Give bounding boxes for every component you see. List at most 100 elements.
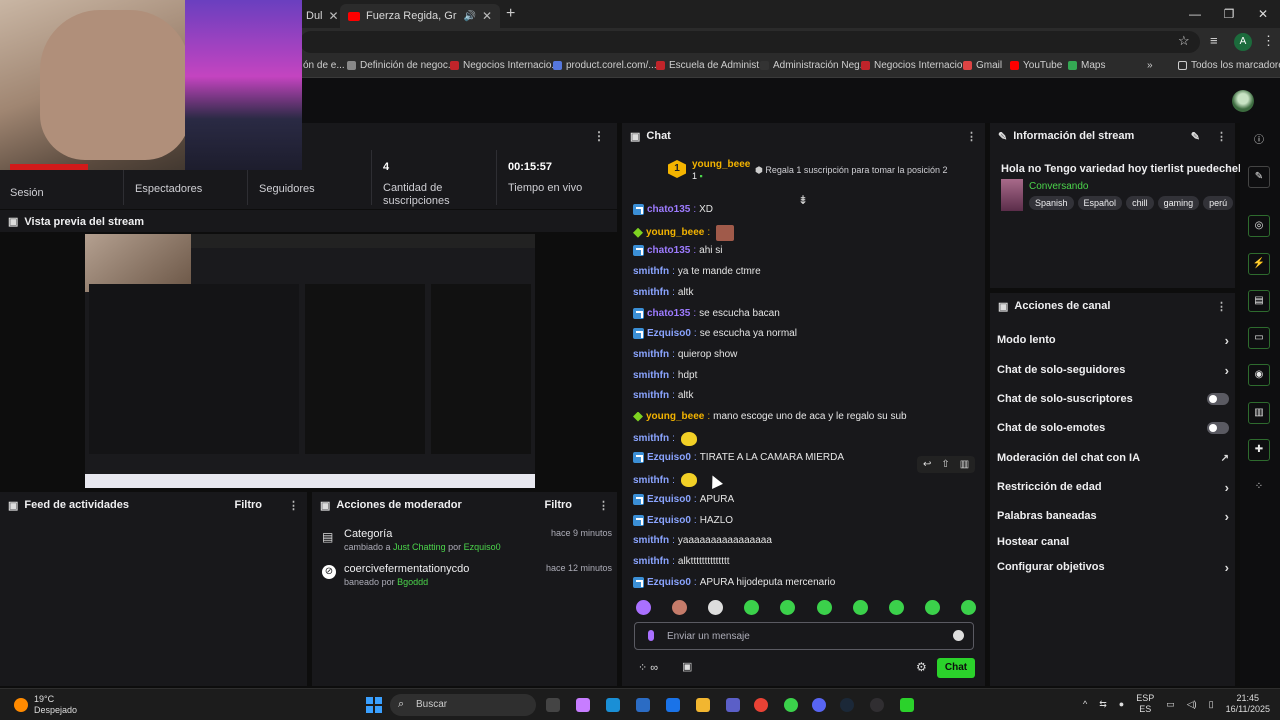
tools-icon[interactable]: ✚ — [1248, 439, 1270, 461]
chevron-right-icon[interactable]: › — [1225, 480, 1229, 495]
tag[interactable]: Spanish — [1029, 196, 1074, 210]
chat-message[interactable]: Ezquiso0: TIRATE A LA CAMARA MIERDA — [633, 452, 844, 464]
outlook-icon[interactable] — [666, 698, 680, 712]
focus-icon[interactable]: ◎ — [1248, 215, 1270, 237]
action-title[interactable]: coercivefermentationycdo — [344, 563, 469, 575]
moderator-options-icon[interactable]: ⋮ — [598, 499, 609, 512]
chat-message[interactable]: smithfn: alktttttttttttttt — [633, 556, 730, 567]
chat-emote-icon[interactable] — [716, 224, 735, 241]
stream-category[interactable]: Conversando — [1029, 181, 1088, 192]
clock[interactable]: 21:45 16/11/2025 — [1226, 693, 1270, 715]
chat-emote-icon[interactable] — [680, 431, 697, 446]
new-tab-button[interactable]: + — [506, 5, 515, 23]
url-field[interactable] — [300, 31, 1200, 53]
chat-message[interactable]: smithfn: quierop show — [633, 349, 737, 360]
chat-options-icon[interactable]: ⋮ — [966, 130, 977, 143]
chrome-profile-icon[interactable] — [784, 698, 798, 712]
monitor-icon[interactable]: ▭ — [1166, 699, 1175, 710]
channel-action-row[interactable]: Chat de solo-suscriptores — [997, 389, 1229, 409]
bookmark-star-icon[interactable]: ☆ — [1178, 33, 1190, 49]
obs-icon[interactable] — [870, 698, 884, 712]
chat-emote-icon[interactable] — [680, 473, 697, 488]
tag[interactable]: gaming — [1157, 196, 1200, 210]
copilot-icon[interactable] — [576, 698, 590, 712]
chat-username[interactable]: chato135 — [647, 308, 690, 319]
chat-message-input[interactable] — [667, 629, 947, 644]
chat-message[interactable]: chato135: XD — [633, 204, 713, 215]
chat-username[interactable]: smithfn — [633, 475, 669, 486]
toggle-switch[interactable] — [1207, 422, 1229, 434]
chevron-right-icon[interactable]: › — [1225, 509, 1229, 524]
stats-options-icon[interactable]: ⋮ — [593, 129, 605, 143]
emote-icon[interactable] — [924, 600, 940, 615]
chat-message[interactable]: young_beee: mano escoge uno de aca y le r… — [633, 411, 907, 422]
tag[interactable]: Español — [1077, 196, 1123, 210]
feed-options-icon[interactable]: ⋮ — [288, 499, 299, 512]
chat-username[interactable]: young_beee — [646, 227, 704, 238]
info-icon[interactable]: ⓘ — [1248, 131, 1270, 153]
close-tab-icon[interactable]: ✕ — [482, 9, 492, 23]
emote-icon[interactable] — [960, 600, 976, 615]
chat-input-box[interactable] — [634, 622, 974, 650]
settings-gear-icon[interactable]: ⚙ — [916, 660, 927, 674]
emote-icon[interactable] — [708, 600, 724, 615]
app-icon[interactable] — [900, 698, 914, 712]
channel-points[interactable]: ⁘ ∞ — [638, 661, 658, 674]
chat-username[interactable]: smithfn — [633, 390, 669, 401]
language-indicator[interactable]: ESP ES — [1136, 693, 1154, 715]
bookmark-item[interactable]: ón de e... — [303, 60, 345, 71]
channel-action-row[interactable]: Hostear canal — [997, 532, 1229, 552]
bookmark-item[interactable]: Negocios Internacio... — [861, 60, 971, 71]
chat-username[interactable]: Ezquiso0 — [647, 577, 691, 588]
chat-message[interactable]: smithfn: ya te mande ctmre — [633, 266, 761, 277]
browser-tab-active[interactable]: Fuerza Regida, Grupo Fronte 🔊 ✕ — [340, 4, 500, 28]
chat-message[interactable]: smithfn: — [633, 473, 697, 488]
chevron-right-icon[interactable]: › — [1225, 333, 1229, 348]
send-chat-button[interactable]: Chat — [937, 658, 975, 678]
close-tab-icon[interactable]: ✕ — [329, 9, 339, 23]
bolt-icon[interactable]: ⚡ — [1248, 253, 1270, 275]
chat-message[interactable]: smithfn: altk — [633, 287, 693, 298]
chat-username[interactable]: young_beee — [646, 411, 704, 422]
moderator-filter-button[interactable]: Filtro — [545, 499, 573, 511]
microphone-icon[interactable] — [648, 630, 654, 641]
action-target[interactable]: Just Chatting — [393, 542, 446, 552]
stream-preview[interactable] — [85, 234, 535, 488]
chat-username[interactable]: chato135 — [647, 204, 690, 215]
microphone-icon[interactable]: ● — [1119, 699, 1124, 709]
action-user[interactable]: Bgoddd — [397, 577, 428, 587]
emote-icon[interactable] — [780, 600, 796, 615]
chat-username[interactable]: smithfn — [633, 556, 669, 567]
gift-icon[interactable]: ▣ — [682, 660, 692, 673]
taskbar-search[interactable]: ⌕ Buscar — [390, 694, 536, 716]
chat-username[interactable]: smithfn — [633, 433, 669, 444]
chat-username[interactable]: smithfn — [633, 349, 669, 360]
pinned-gift-leader[interactable]: 1 young_beee 1 ▪ ⬢ Regala 1 suscripción … — [622, 149, 985, 189]
channel-action-row[interactable]: Palabras baneadas › — [997, 506, 1229, 526]
chat-username[interactable]: chato135 — [647, 245, 690, 256]
chat-message[interactable]: Ezquiso0: APURA — [633, 493, 734, 505]
channel-action-row[interactable]: Moderación del chat con IA ↗ — [997, 448, 1229, 468]
minimize-button[interactable]: — — [1178, 0, 1212, 28]
menu-icon[interactable]: ⋮ — [1262, 33, 1275, 49]
bookmark-item[interactable]: Escuela de Administ... — [656, 60, 767, 71]
channel-action-row[interactable]: Modo lento › — [997, 330, 1229, 350]
delete-icon[interactable]: ▥ — [960, 459, 969, 470]
pin-icon[interactable]: ⇧ — [941, 459, 949, 470]
pinned-user[interactable]: young_beee — [692, 159, 750, 170]
more-bookmarks-button[interactable]: » — [1147, 60, 1153, 71]
chat-message[interactable]: Ezquiso0: APURA hijodeputa mercenario — [633, 576, 835, 588]
chat-username[interactable]: Ezquiso0 — [647, 494, 691, 505]
bookmark-item[interactable]: Definición de negoc... — [347, 60, 456, 71]
speaker-icon[interactable]: ◁) — [1187, 699, 1197, 710]
explorer-icon[interactable] — [696, 698, 710, 712]
channel-options-icon[interactable]: ⋮ — [1216, 300, 1227, 313]
chat-message[interactable]: Ezquiso0: se escucha ya normal — [633, 328, 797, 340]
edit-icon[interactable]: ✎ — [1191, 130, 1200, 143]
close-window-button[interactable]: ✕ — [1246, 0, 1280, 28]
channel-action-row[interactable]: Configurar objetivos › — [997, 557, 1229, 577]
battery-icon[interactable]: ▯ — [1209, 699, 1214, 710]
tag[interactable]: perú — [1203, 196, 1234, 210]
all-bookmarks-button[interactable]: Todos los marcadores — [1178, 60, 1280, 71]
external-link-icon[interactable]: ↗ — [1221, 453, 1229, 464]
